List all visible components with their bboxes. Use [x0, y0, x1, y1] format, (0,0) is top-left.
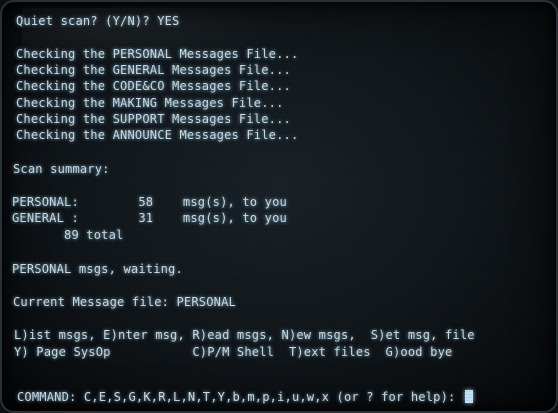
menu-line-2: Y) Page SysOp C)P/M Shell T)ext files G)… [14, 345, 453, 359]
checking-support-line: Checking the SUPPORT Messages File... [16, 112, 291, 126]
summary-row-personal: PERSONAL: 58 msg(s), to you [12, 195, 287, 209]
summary-total: 89 total [12, 228, 124, 242]
crt-terminal-screen: Quiet scan? (Y/N)? YES Checking the PERS… [0, 0, 558, 413]
personal-waiting-status: PERSONAL msgs, waiting. [12, 262, 183, 276]
checking-making-line: Checking the MAKING Messages File... [16, 96, 284, 110]
checking-general-line: Checking the GENERAL Messages File... [16, 63, 291, 77]
current-message-file: Current Message file: PERSONAL [13, 295, 236, 309]
scan-summary-heading: Scan summary: [13, 162, 110, 176]
menu-line-1: L)ist msgs, E)nter msg, R)ead msgs, N)ew… [14, 328, 475, 342]
text-cursor[interactable] [464, 390, 473, 403]
quiet-scan-prompt: Quiet scan? (Y/N)? YES [16, 14, 180, 28]
command-line[interactable]: COMMAND: C,E,S,G,K,R,L,N,T,Y,b,m,p,i,u,w… [17, 389, 473, 405]
checking-announce-line: Checking the ANNOUNCE Messages File... [16, 128, 299, 142]
checking-personal-line: Checking the PERSONAL Messages File... [16, 47, 299, 61]
checking-codeco-line: Checking the CODE&CO Messages File... [16, 79, 291, 93]
summary-row-general: GENERAL : 31 msg(s), to you [12, 211, 287, 225]
command-prompt: COMMAND: C,E,S,G,K,R,L,N,T,Y,b,m,p,i,u,w… [17, 390, 463, 404]
